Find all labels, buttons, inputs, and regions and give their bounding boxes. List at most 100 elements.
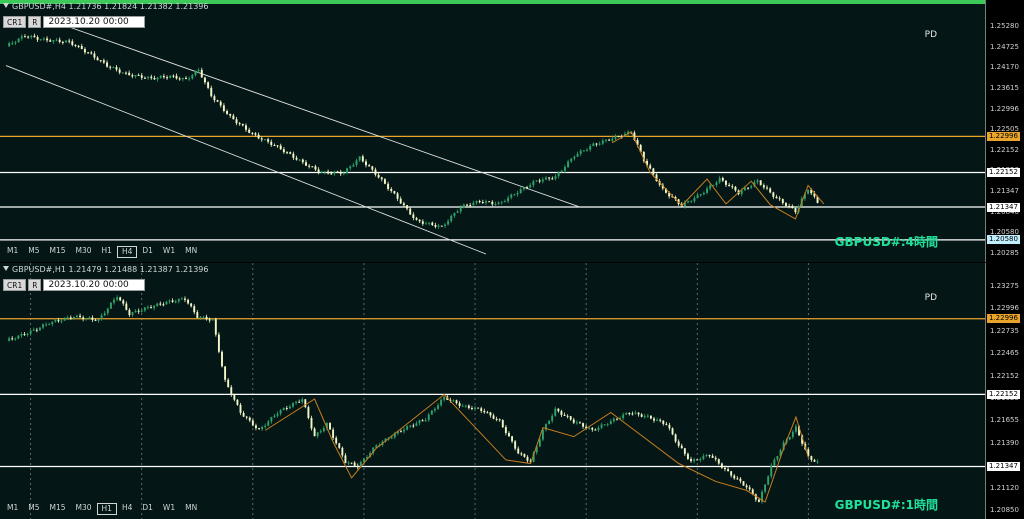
candle-190 — [604, 139, 607, 143]
candle-body-194 — [603, 424, 606, 426]
h1-chart-svg[interactable] — [0, 263, 985, 519]
candle-88 — [282, 147, 285, 154]
candle-86 — [270, 416, 273, 424]
candle-body-244 — [757, 499, 760, 502]
timeframe-h4-button[interactable]: H4 — [116, 246, 138, 258]
candle-133 — [415, 421, 418, 427]
candle-86 — [276, 145, 279, 148]
candle-body-75 — [241, 124, 244, 126]
h1-plot-area[interactable]: GBPUSD#,H1 1.21479 1.21488 1.21387 1.213… — [0, 263, 986, 519]
candle-57 — [180, 296, 183, 300]
candle-body-60 — [194, 70, 197, 76]
candle-202 — [628, 412, 631, 416]
collapse-triangle-icon[interactable] — [3, 3, 9, 8]
candle-body-217 — [690, 201, 693, 203]
candle-263 — [816, 459, 819, 464]
date-input[interactable]: 2023.10.20 00:00 — [43, 279, 146, 291]
candle-body-91 — [292, 153, 295, 158]
candle-body-97 — [311, 166, 314, 168]
timeframe-m1-button[interactable]: M1 — [2, 246, 23, 258]
candle-body-222 — [690, 458, 692, 462]
cr1-button[interactable]: CR1 — [3, 16, 27, 28]
candle-106 — [339, 169, 342, 176]
candle-body-15 — [52, 40, 55, 42]
timeframe-h1-button[interactable]: H1 — [96, 503, 117, 515]
candle-body-1 — [8, 43, 11, 47]
candle-body-75 — [236, 399, 239, 405]
timeframe-h1-button[interactable]: H1 — [97, 246, 117, 258]
candle-body-81 — [254, 425, 257, 429]
candle-201 — [625, 411, 628, 415]
timeframe-m15-button[interactable]: M15 — [45, 246, 71, 258]
h4-plot-area[interactable]: GBPUSD#,H4 1.21736 1.21824 1.21382 1.213… — [0, 0, 986, 262]
date-input[interactable]: 2023.10.20 00:00 — [43, 16, 146, 28]
candle-129 — [403, 427, 406, 434]
candle-body-46 — [146, 307, 149, 309]
candle-body-112 — [358, 156, 361, 161]
candle-17 — [58, 37, 61, 44]
candle-body-204 — [649, 165, 652, 169]
candle-body-242 — [769, 188, 772, 193]
candle-217 — [690, 200, 693, 203]
r-button[interactable]: R — [28, 16, 42, 28]
timeframe-mn-button[interactable]: MN — [180, 503, 202, 515]
timeframe-m30-button[interactable]: M30 — [71, 246, 97, 258]
candle-body-28 — [93, 53, 96, 58]
candle-body-220 — [699, 194, 702, 196]
candle-body-145 — [462, 204, 465, 208]
timeframe-h4-button[interactable]: H4 — [117, 503, 137, 515]
candle-221 — [702, 191, 705, 196]
candle-body-212 — [659, 419, 662, 421]
candle-body-44 — [140, 310, 143, 312]
candle-body-9 — [33, 35, 36, 38]
candle-47 — [150, 305, 152, 309]
timeframe-d1-button[interactable]: D1 — [137, 246, 158, 258]
candle-body-67 — [211, 319, 214, 321]
candle-body-99 — [317, 169, 320, 173]
collapse-triangle-icon[interactable] — [3, 266, 9, 271]
candle-body-250 — [794, 208, 797, 213]
candle-body-62 — [196, 312, 199, 318]
timeframe-m5-button[interactable]: M5 — [23, 503, 44, 515]
h4-chart-svg[interactable] — [0, 0, 985, 262]
candle-body-73 — [230, 387, 233, 395]
candle-body-100 — [313, 428, 316, 437]
candle-166 — [529, 182, 532, 189]
candle-39 — [128, 70, 131, 76]
timeframe-w1-button[interactable]: W1 — [158, 246, 180, 258]
candle-151 — [481, 199, 484, 205]
candle-body-112 — [350, 462, 353, 464]
r-button[interactable]: R — [28, 279, 42, 291]
candle-200 — [622, 412, 625, 421]
candle-body-57 — [180, 298, 183, 300]
cr1-button[interactable]: CR1 — [3, 279, 27, 291]
timeframe-mn-button[interactable]: MN — [180, 246, 202, 258]
candle-body-96 — [308, 165, 311, 167]
timeframe-w1-button[interactable]: W1 — [158, 503, 180, 515]
h1-button-row: CR1 R 2023.10.20 00:00 — [3, 279, 146, 291]
h1-chart-pane[interactable]: GBPUSD#,H1 1.21479 1.21488 1.21387 1.213… — [0, 263, 1024, 519]
timeframe-m5-button[interactable]: M5 — [23, 246, 44, 258]
candle-body-114 — [365, 161, 367, 166]
timeframe-m1-button[interactable]: M1 — [2, 503, 23, 515]
h4-chart-pane[interactable]: GBPUSD#,H4 1.21736 1.21824 1.21382 1.213… — [0, 0, 1024, 262]
candle-body-12 — [42, 324, 44, 328]
candle-body-216 — [671, 428, 674, 435]
timeframe-m30-button[interactable]: M30 — [71, 503, 97, 515]
candle-28 — [93, 51, 96, 60]
candle-body-55 — [178, 78, 181, 80]
candle-230 — [714, 455, 717, 462]
candle-153 — [477, 407, 480, 409]
candle-body-71 — [229, 113, 232, 116]
candle-138 — [440, 225, 443, 227]
candle-95 — [298, 399, 301, 403]
candle-body-166 — [517, 448, 520, 454]
candle-body-156 — [486, 412, 489, 414]
candle-body-149 — [464, 405, 467, 407]
candle-41 — [134, 74, 137, 79]
candle-body-9 — [32, 329, 35, 331]
timeframe-d1-button[interactable]: D1 — [137, 503, 158, 515]
timeframe-m15-button[interactable]: M15 — [45, 503, 71, 515]
candle-body-191 — [608, 139, 611, 141]
candle-body-108 — [346, 168, 349, 174]
